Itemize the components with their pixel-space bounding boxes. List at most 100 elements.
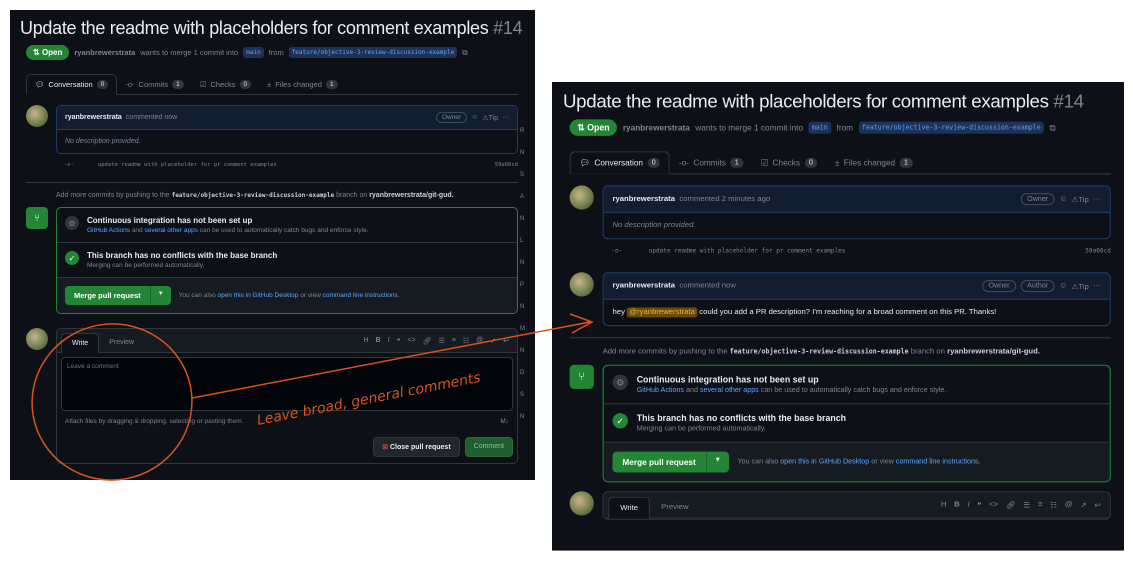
tab-checks[interactable]: ☑ Checks 0 [192,75,259,94]
emoji-icon[interactable]: ☺ [1059,282,1067,290]
bullet-list-icon[interactable]: ☰ [438,337,444,345]
comment-editor: WritePreview HBI ❝ <> 🔗︎ ☰ ≡ ☷ @ ↗ ↩ Attach files… [56,328,518,464]
more-options-icon[interactable]: ··· [1093,195,1101,203]
tab-files-changed[interactable]: ± Files changed 1 [259,75,345,94]
tab-commits[interactable]: -o- Commits 1 [670,152,752,173]
mention-icon[interactable]: @ [476,337,483,345]
comment-author[interactable]: ryanbrewerstrata [65,114,122,121]
code-icon[interactable]: <> [407,337,415,345]
commit-row: -o-update readme with placeholder for pr… [26,154,518,176]
mention-icon[interactable]: @ [1065,501,1073,510]
commit-message[interactable]: update readme with placeholder for pr co… [649,248,846,255]
copilot-tip[interactable]: ⚠Tip [482,114,498,122]
pr-number: #14 [1053,90,1085,112]
commit-sha[interactable]: 59a66cd [495,162,518,168]
avatar[interactable] [26,328,48,350]
bullet-list-icon[interactable]: ☰ [1023,501,1030,510]
head-branch[interactable]: feature/objective-3-review-discussion-ex… [858,121,1044,134]
github-actions-link[interactable]: GitHub Actions [637,387,684,395]
new-comment: ryanbrewerstrata commented now Owner Author… [602,272,1111,327]
numbered-list-icon[interactable]: ≡ [452,337,456,345]
attach-files-hint[interactable]: Attach files by dragging & dropping, sel… [65,418,244,425]
merge-dropdown-icon[interactable]: ▼ [149,286,171,305]
copy-icon[interactable]: ⧉ [462,48,467,58]
copilot-tip[interactable]: ⚠Tip [1071,282,1088,291]
cli-instructions-link[interactable]: command line instructions. [896,458,981,466]
tab-conversation[interactable]: 💬︎ Conversation 0 [26,74,118,95]
head-branch[interactable]: feature/objective-3-review-discussion-ex… [288,47,458,58]
author: ryanbrewerstrata [74,48,136,57]
markdown-icon: M↓ [500,418,509,425]
tab-preview[interactable]: Preview [99,333,144,352]
base-branch[interactable]: main [243,47,264,58]
commit-sha[interactable]: 59a66cd [1085,248,1111,255]
commit-message[interactable]: update readme with placeholder for pr co… [98,162,277,168]
merge-icon: ⑂ [569,364,594,389]
task-list-icon[interactable]: ☷ [463,337,469,345]
user-mention[interactable]: @ryanbrewerstrata [627,307,698,318]
merge-pull-request-button[interactable]: Merge pull request ▼ [612,451,729,473]
checks-icon: ☑ [199,80,207,89]
merge-dropdown-icon[interactable]: ▼ [705,451,729,473]
link-icon[interactable]: 🔗︎ [1006,501,1016,510]
copilot-tip[interactable]: ⚠Tip [1071,195,1088,204]
quote-icon[interactable]: ❝ [397,337,401,345]
tab-files-changed[interactable]: ± Files changed 1 [826,152,921,173]
link-icon[interactable]: 🔗︎ [423,337,432,345]
tab-commits[interactable]: -o- Commits 1 [117,75,191,94]
tab-write[interactable]: Write [61,333,100,353]
tab-write[interactable]: Write [608,496,651,519]
add-more-commits: Add more commits by pushing to the featu… [602,348,1040,356]
cli-instructions-link[interactable]: command line instructions. [323,292,400,299]
italic-icon[interactable]: I [388,337,390,345]
tab-conversation[interactable]: 💬︎ Conversation 0 [569,151,671,175]
close-pull-request-button[interactable]: ⊠ Close pull request [373,437,460,457]
github-actions-link[interactable]: GitHub Actions [87,227,130,234]
undo-icon[interactable]: ↩ [1094,501,1100,510]
tab-preview[interactable]: Preview [650,497,699,518]
merge-pull-request-button[interactable]: Merge pull request ▼ [65,286,171,305]
pr-meta: ⇅ Open ryanbrewerstrata wants to merge 1 … [26,45,518,60]
comment-author[interactable]: ryanbrewerstrata [613,282,675,290]
tab-checks[interactable]: ☑ Checks 0 [752,152,826,173]
comment-body: hey @ryanbrewerstrata could you add a PR… [612,307,997,318]
more-options-icon[interactable]: ··· [1093,282,1101,290]
reference-icon[interactable]: ↗ [1080,501,1086,510]
pr-tabs: 💬︎ Conversation 0 -o- Commits 1 ☑ Checks 0 ± Fi… [569,151,1111,175]
heading-icon[interactable]: H [941,501,947,510]
italic-icon[interactable]: I [967,501,969,510]
quote-icon[interactable]: ❝ [977,501,981,510]
github-desktop-link[interactable]: open this in GitHub Desktop [780,458,869,466]
task-list-icon[interactable]: ☷ [1050,501,1057,510]
bold-icon[interactable]: B [954,501,960,510]
numbered-list-icon[interactable]: ≡ [1038,501,1043,510]
comment-body: No description provided. [612,221,696,230]
other-apps-link[interactable]: several other apps [700,387,759,395]
conflicts-sub: Merging can be performed automatically. [87,262,205,269]
avatar[interactable] [569,185,594,210]
undo-icon[interactable]: ↩ [503,337,509,345]
copy-icon[interactable]: ⧉ [1049,122,1055,133]
avatar[interactable] [26,105,48,127]
merge-icon: ⑂ [26,207,48,229]
reference-icon[interactable]: ↗ [490,337,496,345]
emoji-icon[interactable]: ☺ [471,114,478,121]
heading-icon[interactable]: H [364,337,369,345]
code-icon[interactable]: <> [989,501,998,510]
comment-button[interactable]: Comment [464,437,513,457]
comment-author[interactable]: ryanbrewerstrata [613,195,675,203]
other-apps-link[interactable]: several other apps [144,227,197,234]
bold-icon[interactable]: B [376,337,381,345]
open-badge: ⇅ Open [569,119,618,136]
add-more-commits: Add more commits by pushing to the featu… [56,192,454,199]
avatar[interactable] [569,272,594,297]
github-desktop-link[interactable]: open this in GitHub Desktop [217,292,298,299]
avatar[interactable] [569,491,594,516]
merge-text: wants to merge 1 commit into [140,48,239,57]
emoji-icon[interactable]: ☺ [1059,195,1067,203]
comment-input[interactable] [61,357,513,411]
pr-tabs: 💬︎ Conversation 0 -o- Commits 1 ☑ Checks 0 ± Fi… [26,74,518,95]
base-branch[interactable]: main [808,121,832,134]
more-options-icon[interactable]: ··· [502,114,509,121]
merge-box: ⚙ Continuous integration has not been set… [56,207,518,314]
